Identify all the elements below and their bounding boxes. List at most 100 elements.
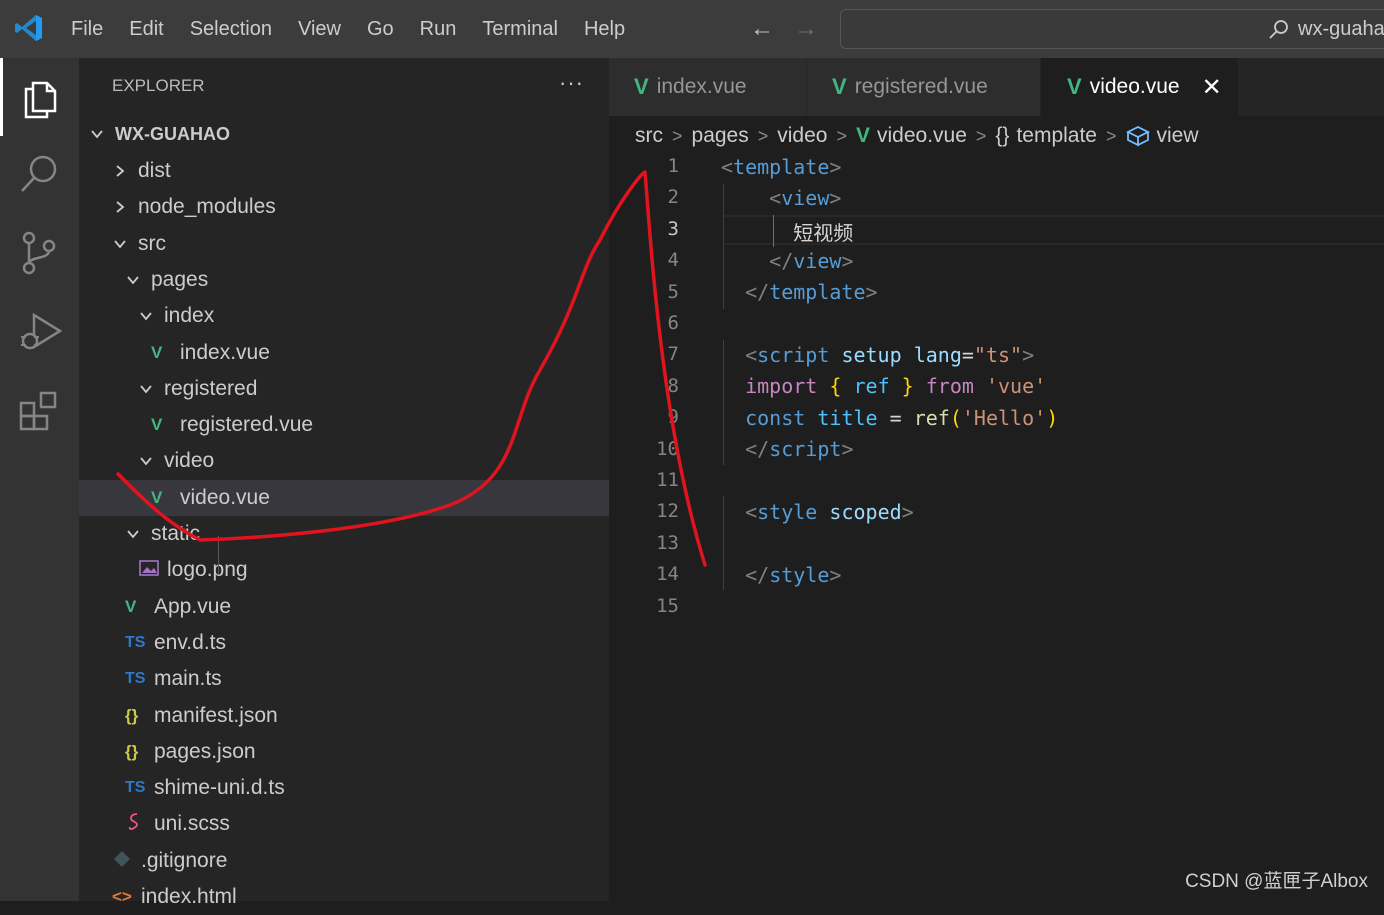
chevron-right-icon: > (1106, 126, 1117, 147)
tree-item-label: video.vue (180, 486, 270, 510)
tree-file[interactable]: {}pages.json (79, 734, 609, 770)
breadcrumb-view[interactable]: view (1157, 124, 1199, 148)
menu-item[interactable]: File (58, 18, 116, 41)
tree-item-label: registered (164, 377, 257, 401)
title-bar: FileEditSelectionViewGoRunTerminalHelp ←… (0, 0, 1384, 58)
more-actions-icon[interactable]: ··· (559, 70, 584, 96)
tree-file[interactable]: TSenv.d.ts (79, 625, 609, 661)
tree-file[interactable]: Vvideo.vue (79, 480, 609, 516)
tree-item-label: main.ts (154, 667, 222, 691)
code-line: <style scoped> (721, 500, 914, 524)
breadcrumb-src[interactable]: src (635, 124, 663, 148)
tree-item-label: .gitignore (141, 849, 227, 873)
back-arrow-icon[interactable]: ← (750, 17, 774, 41)
menu-item[interactable]: View (285, 18, 354, 41)
tree-folder[interactable]: pages (79, 262, 609, 298)
tree-file[interactable]: TSmain.ts (79, 661, 609, 697)
chevron-right-icon: > (976, 126, 987, 147)
tree-file[interactable]: VApp.vue (79, 589, 609, 625)
explorer-activity-button[interactable] (0, 58, 79, 136)
tree-file[interactable]: {}manifest.json (79, 698, 609, 734)
close-tab-icon[interactable]: ✕ (1202, 73, 1222, 102)
scss-file-icon (125, 811, 151, 838)
vue-file-icon: V (151, 488, 177, 508)
watermark: CSDN @蓝匣子Albox (1185, 866, 1368, 893)
tree-file[interactable]: uni.scss (79, 806, 609, 842)
vue-file-icon: V (1067, 74, 1082, 100)
breadcrumb-template[interactable]: template (1016, 124, 1097, 148)
menu-item[interactable]: Go (354, 18, 407, 41)
tree-file[interactable]: .gitignore (79, 843, 609, 879)
tree-folder[interactable]: index (79, 298, 609, 334)
tree-folder[interactable]: WX-GUAHAO (79, 116, 609, 152)
menu-item[interactable]: Terminal (469, 18, 571, 41)
chevron-down-icon (138, 308, 154, 324)
vue-file-icon: V (856, 124, 870, 148)
chevron-down-icon (112, 236, 128, 252)
tree-file[interactable]: TSshime-uni.d.ts (79, 770, 609, 806)
menu-item[interactable]: Run (407, 18, 470, 41)
menu-item[interactable]: Help (571, 18, 638, 41)
typescript-file-icon: TS (125, 779, 151, 797)
vue-file-icon: V (125, 597, 151, 617)
breadcrumb-video[interactable]: video (777, 124, 827, 148)
tree-file[interactable]: <>index.html (79, 879, 609, 915)
html-file-icon: <> (112, 887, 138, 907)
tree-folder[interactable]: registered (79, 371, 609, 407)
line-number: 15 (639, 595, 679, 617)
chevron-right-icon: > (758, 126, 769, 147)
explorer-title: EXPLORER (112, 76, 205, 96)
tab-label: index.vue (657, 75, 747, 99)
tree-folder[interactable]: video (79, 443, 609, 479)
tree-item-label: node_modules (138, 195, 276, 219)
menu-item[interactable]: Selection (177, 18, 285, 41)
chevron-down-icon (138, 381, 154, 397)
vue-file-icon: V (151, 415, 177, 435)
line-number: 8 (639, 375, 679, 397)
tree-folder[interactable]: dist (79, 153, 609, 189)
search-activity-button[interactable] (0, 136, 79, 214)
tree-item-label: registered.vue (180, 413, 313, 437)
run-debug-icon (18, 309, 64, 355)
code-line: </style> (721, 563, 841, 587)
source-control-icon (18, 231, 62, 275)
tree-folder[interactable]: node_modules (79, 189, 609, 225)
line-number: 5 (639, 281, 679, 303)
search-text: wx-guaha (1298, 18, 1384, 41)
menu-item[interactable]: Edit (116, 18, 176, 41)
code-line: <view> (721, 186, 841, 210)
tab-index-vue[interactable]: V index.vue (609, 58, 806, 116)
tree-file[interactable]: Vindex.vue (79, 335, 609, 371)
extensions-icon (18, 387, 62, 431)
forward-arrow-icon[interactable]: → (794, 17, 818, 41)
tree-file[interactable]: logo.png (79, 552, 609, 588)
code-line: <template> (721, 155, 841, 179)
code-line: import { ref } from 'vue' (721, 374, 1046, 398)
typescript-file-icon: TS (125, 634, 151, 652)
run-debug-activity-button[interactable] (0, 292, 79, 370)
line-number: 6 (639, 312, 679, 334)
tree-folder[interactable]: src (79, 226, 609, 262)
breadcrumb-file[interactable]: video.vue (877, 124, 967, 148)
tree-item-label: pages (151, 268, 208, 292)
code-line: </script> (721, 437, 853, 461)
menu-bar: FileEditSelectionViewGoRunTerminalHelp (58, 0, 638, 58)
files-icon (21, 75, 61, 119)
tab-registered-vue[interactable]: V registered.vue (807, 58, 1040, 116)
tree-folder[interactable]: static (79, 516, 609, 552)
tree-item-label: uni.scss (154, 812, 230, 836)
chevron-right-icon (112, 199, 128, 215)
command-center-search[interactable]: wx-guaha (840, 9, 1384, 49)
tree-file[interactable]: Vregistered.vue (79, 407, 609, 443)
line-number: 1 (639, 155, 679, 177)
tree-item-label: dist (138, 159, 171, 183)
extensions-activity-button[interactable] (0, 370, 79, 448)
breadcrumb-pages[interactable]: pages (692, 124, 749, 148)
tab-video-vue[interactable]: V video.vue ✕ (1041, 58, 1238, 116)
code-editor[interactable]: 123456789101112131415 <template> <view> … (609, 152, 1384, 901)
line-number: 9 (639, 406, 679, 428)
vscode-logo-icon (14, 13, 44, 43)
braces-icon: {} (995, 124, 1009, 148)
line-number: 3 (639, 218, 679, 240)
source-control-activity-button[interactable] (0, 214, 79, 292)
